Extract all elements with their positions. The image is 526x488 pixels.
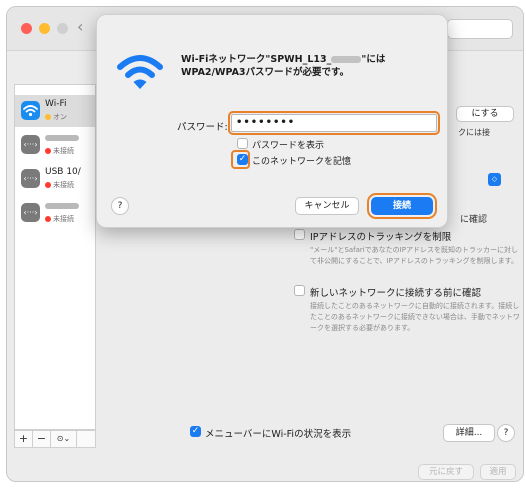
minimize-window-button[interactable] — [39, 23, 50, 34]
close-window-button[interactable] — [21, 23, 32, 34]
limit-ip-tracking-label: IPアドレスのトラッキングを制限 — [310, 232, 452, 243]
details-button[interactable]: 詳細... — [443, 424, 495, 442]
dialog-help-button[interactable]: ? — [111, 197, 129, 215]
network-name-select-chevron-icon[interactable]: ◇ — [488, 173, 501, 186]
show-wifi-in-menubar-label: メニューバーにWi-Fiの状況を表示 — [205, 429, 352, 440]
help-button[interactable]: ? — [497, 424, 515, 442]
redaction-blur — [331, 56, 362, 63]
service-item-usb[interactable]: ‹···› USB 10/ 未接続 — [15, 163, 95, 195]
password-input[interactable]: •••••••• — [228, 111, 440, 135]
service-status-text: 未接続 — [53, 215, 74, 223]
service-status-text: オン — [53, 113, 67, 121]
service-status: 未接続 — [45, 214, 95, 224]
service-item-ethernet-2[interactable]: ‹···› 未接続 — [15, 197, 95, 229]
service-list: Wi-Fi オン ‹···› 未接続 ‹···› USB 10/ 未接続 ‹··… — [14, 84, 96, 430]
auto-join-text-fragment: クには接 — [458, 128, 490, 137]
action-menu-button[interactable]: ⊙⌄ — [51, 431, 77, 447]
status-dot-icon — [45, 114, 51, 120]
add-service-button[interactable]: + — [15, 431, 33, 447]
back-chevron-icon[interactable]: ‹ — [77, 17, 83, 36]
service-name-redacted — [45, 201, 95, 211]
password-label: パスワード: — [177, 122, 228, 133]
search-input[interactable] — [447, 19, 513, 39]
ethernet-icon: ‹···› — [21, 169, 40, 188]
limit-ip-tracking-checkbox[interactable] — [294, 229, 305, 240]
cancel-button[interactable]: キャンセル — [295, 197, 359, 215]
show-password-checkbox[interactable] — [237, 138, 248, 149]
wifi-icon — [117, 51, 163, 98]
apply-button[interactable]: 適用 — [480, 464, 516, 480]
service-status: 未接続 — [45, 146, 95, 156]
service-status: 未接続 — [45, 180, 95, 190]
service-name: Wi-Fi — [45, 99, 67, 109]
wifi-icon — [21, 101, 40, 120]
limit-ip-tracking-description: "メール"とSafariであなたのIPアドレスを既知のトラッカーに対して非公開に… — [310, 246, 518, 265]
redaction-blur — [45, 202, 79, 209]
service-status-text: 未接続 — [53, 181, 74, 189]
remember-network-label: このネットワークを記憶 — [252, 157, 352, 167]
status-dot-icon — [45, 182, 51, 188]
show-password-label: パスワードを表示 — [252, 141, 325, 151]
redaction-blur — [45, 134, 79, 141]
status-dot-icon — [45, 216, 51, 222]
service-status-text: 未接続 — [53, 147, 74, 155]
turn-wifi-off-button[interactable]: にする — [456, 106, 514, 122]
remove-service-button[interactable]: − — [33, 431, 51, 447]
ask-join-text-fragment: に確認 — [460, 215, 488, 225]
ask-to-join-label: 新しいネットワークに接続する前に確認 — [310, 288, 482, 299]
remember-network-checkbox[interactable]: ✓ — [237, 154, 248, 165]
show-wifi-in-menubar-checkbox[interactable]: ✓ — [190, 426, 201, 437]
service-item-wifi[interactable]: Wi-Fi オン — [15, 95, 95, 127]
status-dot-icon — [45, 148, 51, 154]
wifi-password-dialog: Wi-Fiネットワーク"SPWH_L13_ "にはWPA2/WPA3パスワードが必… — [96, 14, 448, 228]
connect-button[interactable]: 接続 — [367, 193, 437, 219]
ask-to-join-checkbox[interactable] — [294, 285, 305, 296]
ask-to-join-description: 接続したことのあるネットワークに自動的に接続されます。接続したことのあるネットワ… — [310, 302, 520, 332]
ethernet-icon: ‹···› — [21, 135, 40, 154]
dialog-title-prefix: Wi-Fiネットワーク"SPWH_L13_ — [181, 54, 332, 65]
dialog-title: Wi-Fiネットワーク"SPWH_L13_ "にはWPA2/WPA3パスワードが必… — [181, 53, 443, 79]
service-item-ethernet-1[interactable]: ‹···› 未接続 — [15, 129, 95, 161]
ethernet-icon: ‹···› — [21, 203, 40, 222]
service-name-redacted — [45, 133, 95, 143]
service-status: オン — [45, 112, 95, 122]
service-list-controls: + − ⊙⌄ — [14, 430, 96, 448]
revert-button[interactable]: 元に戻す — [418, 464, 474, 480]
service-name: USB 10/ — [45, 167, 81, 177]
zoom-window-button[interactable] — [57, 23, 68, 34]
